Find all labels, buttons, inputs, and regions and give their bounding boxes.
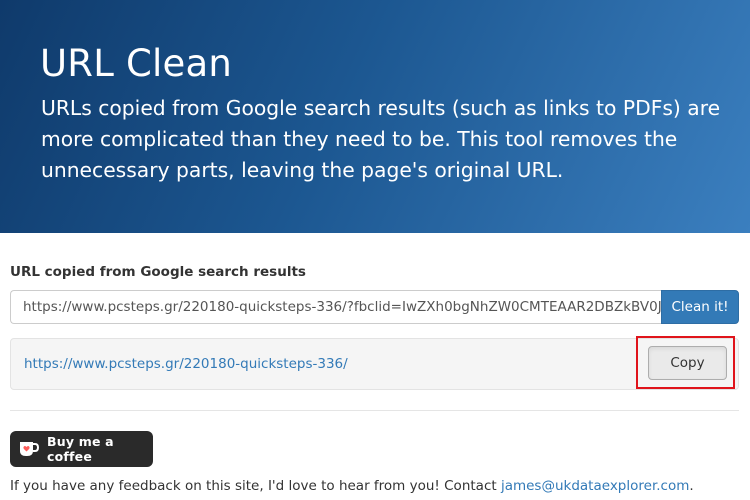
buy-me-a-coffee-button[interactable]: Buy me a coffee <box>10 431 153 467</box>
coffee-cup-icon <box>18 438 40 460</box>
url-input[interactable]: https://www.pcsteps.gr/220180-quicksteps… <box>10 290 661 324</box>
copy-button[interactable]: Copy <box>648 346 727 380</box>
feedback-suffix: . <box>689 478 694 494</box>
coffee-button-label: Buy me a coffee <box>47 434 114 464</box>
contact-email-link[interactable]: james@ukdataexplorer.com <box>501 478 689 494</box>
feedback-text: If you have any feedback on this site, I… <box>10 478 694 494</box>
url-input-label: URL copied from Google search results <box>10 264 306 280</box>
clean-button[interactable]: Clean it! <box>661 290 739 324</box>
url-input-group: https://www.pcsteps.gr/220180-quicksteps… <box>10 290 740 324</box>
hero-banner: URL Clean URLs copied from Google search… <box>0 0 750 233</box>
result-panel: https://www.pcsteps.gr/220180-quicksteps… <box>10 336 739 390</box>
page-description: URLs copied from Google search results (… <box>41 96 721 182</box>
feedback-message: If you have any feedback on this site, I… <box>10 478 501 494</box>
cleaned-url-link[interactable]: https://www.pcsteps.gr/220180-quicksteps… <box>24 356 348 372</box>
section-divider <box>10 410 739 411</box>
page-title: URL Clean <box>40 42 232 85</box>
